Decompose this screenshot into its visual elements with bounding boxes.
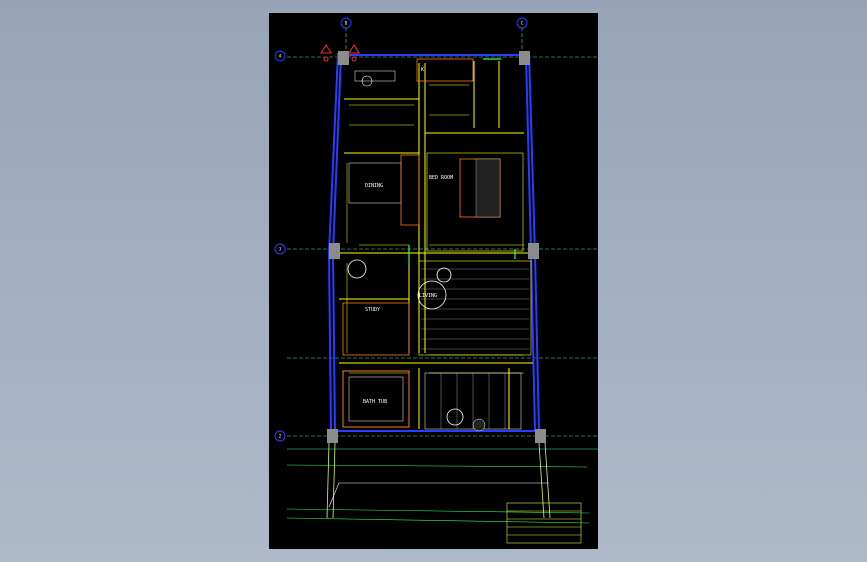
grid-bubble-label: 3 (279, 247, 282, 252)
grid-bubble-label: 4 (279, 54, 282, 59)
grid-bubble-label: B (345, 21, 348, 26)
dimension-lines (346, 84, 524, 374)
bedroom-area: BED ROOM (426, 152, 524, 252)
deck-area (424, 372, 522, 432)
kitchen-area: K (354, 58, 474, 87)
room-label-bedroom: BED ROOM (429, 175, 453, 181)
exterior-stairs (506, 502, 582, 544)
grid-bubble-label: 2 (279, 434, 282, 439)
exterior-walls (327, 52, 540, 434)
grid-bubble-left-3: 2 (274, 430, 286, 442)
grid-bubble-top-right: C (516, 17, 528, 29)
room-label-study: STUDY (365, 307, 380, 313)
cad-viewport[interactable]: B C 4 3 2 BED ROOM LIVING DINING STUDY B… (0, 0, 867, 562)
structural-columns (327, 51, 546, 443)
study-area: STUDY (342, 302, 410, 356)
dining-area: DINING (347, 154, 420, 279)
room-label-dining: DINING (365, 183, 383, 189)
bath-area: BATH TUB (342, 370, 410, 428)
drawing-sheet[interactable]: B C 4 3 2 BED ROOM LIVING DINING STUDY B… (269, 13, 598, 549)
room-label-bath: BATH TUB (363, 399, 387, 405)
grid-bubble-top-left: B (340, 17, 352, 29)
room-label-kitchen: K (421, 67, 424, 73)
living-room-area: LIVING (417, 260, 532, 356)
floor-plan-drawing[interactable]: B C 4 3 2 BED ROOM LIVING DINING STUDY B… (269, 13, 598, 549)
room-label-living: LIVING (419, 293, 437, 299)
grid-bubble-left-2: 3 (274, 243, 286, 255)
grid-bubble-left-1: 4 (274, 50, 286, 62)
grid-bubble-label: C (521, 21, 524, 26)
